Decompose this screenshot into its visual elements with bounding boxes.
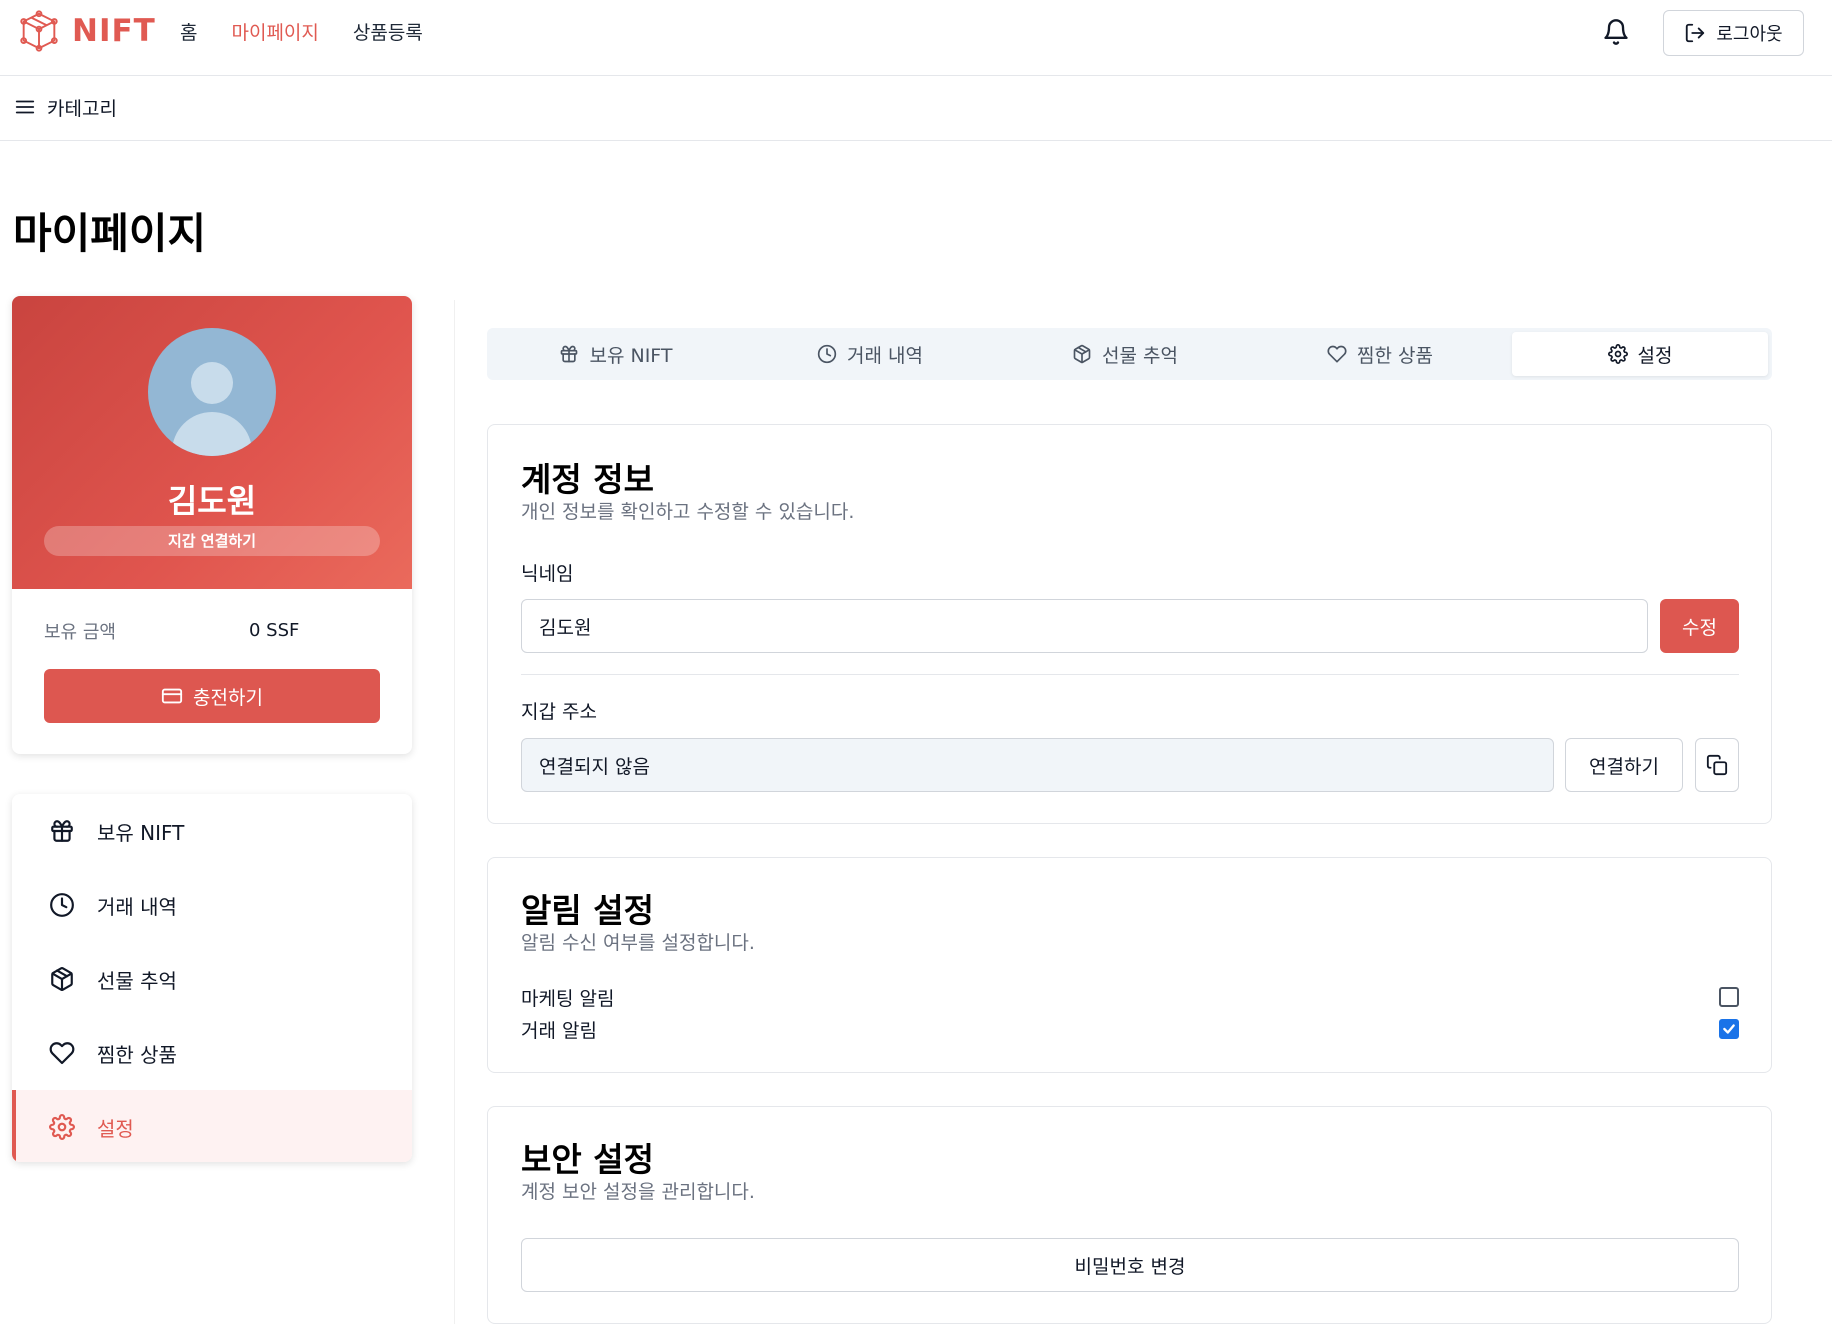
section-description: 계정 보안 설정을 관리합니다. — [521, 1181, 755, 1203]
nav-home[interactable]: 홈 — [180, 18, 197, 45]
hamburger-menu-icon[interactable] — [14, 96, 36, 118]
tab-owned-nift[interactable]: 보유 NIFT — [491, 332, 741, 376]
charge-button[interactable]: 충전하기 — [44, 669, 380, 723]
side-item-owned-nift[interactable]: 보유 NIFT — [12, 794, 412, 868]
logout-button[interactable]: 로그아웃 — [1663, 10, 1804, 56]
section-description: 알림 수신 여부를 설정합니다. — [521, 932, 755, 954]
logout-icon — [1686, 23, 1705, 43]
category-bar[interactable]: 카테고리 — [0, 76, 1832, 141]
edit-nickname-button[interactable]: 수정 — [1660, 599, 1739, 653]
nickname-label: 닉네임 — [521, 563, 574, 585]
credit-card-icon — [161, 688, 183, 704]
copy-icon — [1706, 754, 1728, 776]
balance-value: 0 SSF — [249, 620, 300, 641]
section-title: 보안 설정 — [521, 1140, 654, 1179]
tab-wishlist[interactable]: 찜한 상품 — [1255, 332, 1505, 376]
tab-label: 설정 — [1637, 344, 1673, 367]
marketing-notification-checkbox[interactable] — [1719, 987, 1739, 1007]
brand-logo[interactable]: NIFT — [16, 8, 156, 54]
side-item-label: 찜한 상품 — [97, 1042, 177, 1067]
avatar — [148, 328, 276, 456]
wallet-connect-chip[interactable]: 지갑 연결하기 — [44, 526, 380, 556]
marketing-notification-row: 마케팅 알림 — [521, 984, 1739, 1012]
nickname-input[interactable]: 김도원 — [521, 599, 1648, 653]
marketing-notification-label: 마케팅 알림 — [521, 988, 615, 1010]
balance-label: 보유 금액 — [44, 622, 116, 643]
change-password-button[interactable]: 비밀번호 변경 — [521, 1238, 1739, 1292]
bell-icon[interactable] — [1602, 18, 1630, 46]
nav-register-product[interactable]: 상품등록 — [353, 18, 423, 45]
copy-wallet-button[interactable] — [1695, 738, 1739, 792]
tab-label: 보유 NIFT — [589, 344, 673, 367]
gear-icon — [1607, 344, 1628, 364]
section-title: 계정 정보 — [521, 460, 654, 499]
gift-box-logo-icon — [20, 10, 58, 52]
wallet-address-label: 지갑 주소 — [521, 701, 597, 723]
account-info-section: 계정 정보 개인 정보를 확인하고 수정할 수 있습니다. 닉네임 김도원 수정… — [487, 424, 1772, 824]
tab-gift-memories[interactable]: 선물 추억 — [1000, 332, 1250, 376]
wallet-address-value: 연결되지 않음 — [539, 755, 650, 778]
heart-icon — [1327, 345, 1347, 363]
checkmark-icon — [1723, 1024, 1735, 1034]
transaction-notification-row: 거래 알림 — [521, 1016, 1739, 1044]
divider — [521, 674, 1739, 675]
side-item-wishlist[interactable]: 찜한 상품 — [12, 1016, 412, 1090]
gear-icon — [49, 1114, 75, 1140]
side-item-label: 보유 NIFT — [97, 820, 185, 845]
heart-icon — [49, 1042, 75, 1065]
side-item-label: 선물 추억 — [97, 968, 177, 993]
tab-transactions[interactable]: 거래 내역 — [745, 332, 995, 376]
nickname-value: 김도원 — [539, 616, 592, 639]
tab-label: 선물 추억 — [1102, 344, 1178, 367]
main-nav: 홈 마이페이지 상품등록 — [180, 18, 423, 45]
tab-label: 찜한 상품 — [1357, 344, 1433, 367]
side-item-label: 설정 — [97, 1116, 134, 1141]
profile-card: 김도원 지갑 연결하기 보유 금액 0 SSF 충전하기 — [12, 296, 412, 754]
mypage-tabs: 보유 NIFT 거래 내역 선물 추억 찜한 상품 설정 — [487, 328, 1772, 380]
security-settings-section: 보안 설정 계정 보안 설정을 관리합니다. 비밀번호 변경 — [487, 1106, 1772, 1324]
connect-wallet-button[interactable]: 연결하기 — [1565, 738, 1683, 792]
side-item-transactions[interactable]: 거래 내역 — [12, 868, 412, 942]
brand-name: NIFT — [72, 13, 156, 49]
page-title: 마이페이지 — [13, 209, 207, 258]
logout-label: 로그아웃 — [1716, 24, 1783, 45]
section-description: 개인 정보를 확인하고 수정할 수 있습니다. — [521, 501, 855, 523]
box-icon — [1073, 344, 1091, 364]
section-title: 알림 설정 — [521, 891, 654, 930]
tab-label: 거래 내역 — [847, 344, 923, 367]
notification-settings-section: 알림 설정 알림 수신 여부를 설정합니다. 마케팅 알림 거래 알림 — [487, 857, 1772, 1073]
charge-label: 충전하기 — [193, 686, 263, 709]
clock-icon — [50, 893, 74, 917]
side-item-label: 거래 내역 — [97, 894, 177, 919]
transaction-notification-label: 거래 알림 — [521, 1020, 597, 1042]
box-icon — [51, 967, 73, 992]
side-menu: 보유 NIFT 거래 내역 선물 추억 찜한 상품 설정 — [12, 794, 412, 1162]
side-item-gift-memories[interactable]: 선물 추억 — [12, 942, 412, 1016]
nav-mypage[interactable]: 마이페이지 — [231, 18, 318, 45]
gift-icon — [561, 345, 578, 363]
category-label[interactable]: 카테고리 — [47, 94, 117, 121]
profile-name: 김도원 — [167, 482, 257, 520]
transaction-notification-checkbox[interactable] — [1719, 1019, 1739, 1039]
side-item-settings[interactable]: 설정 — [12, 1090, 412, 1162]
gift-icon — [51, 820, 73, 842]
clock-icon — [817, 344, 837, 364]
wallet-address-input: 연결되지 않음 — [521, 738, 1554, 792]
profile-header: 김도원 지갑 연결하기 — [12, 296, 412, 589]
tab-settings[interactable]: 설정 — [1512, 332, 1768, 376]
top-navbar: NIFT 홈 마이페이지 상품등록 로그아웃 — [0, 0, 1832, 76]
